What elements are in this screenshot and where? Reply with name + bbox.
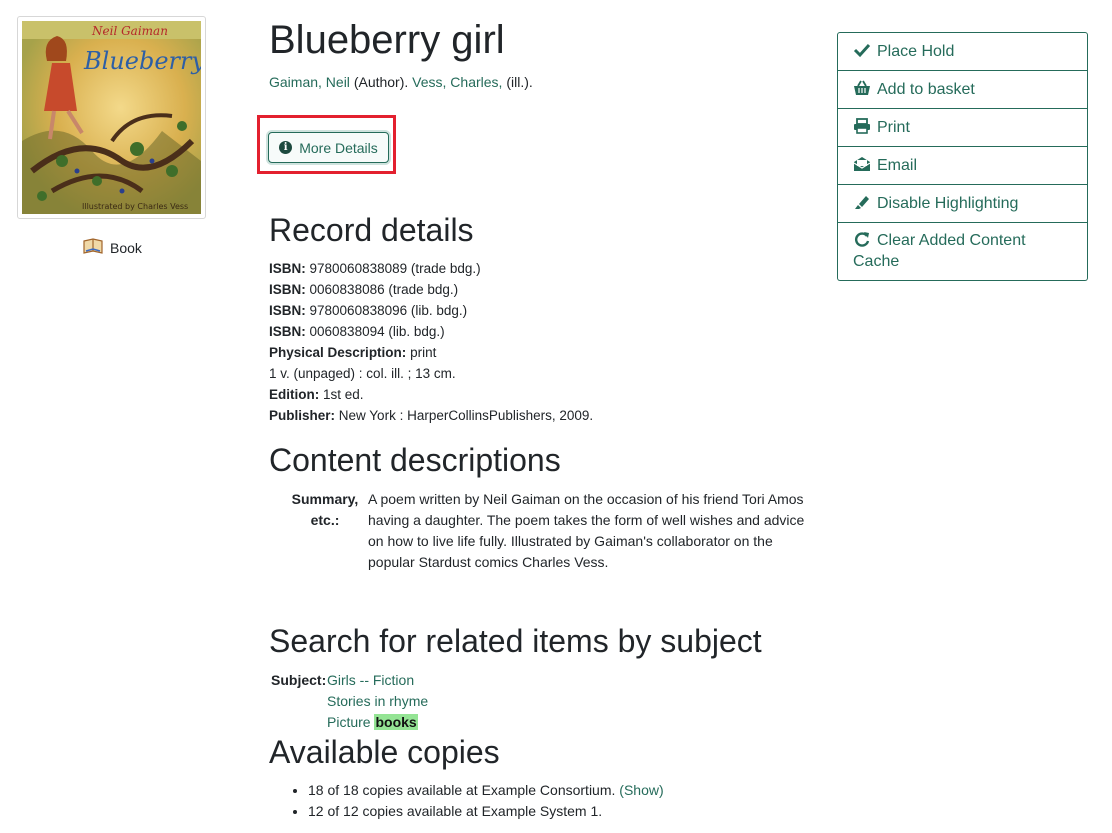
subjects-heading: Search for related items by subject [269,623,762,659]
format-label: Book [82,237,142,258]
highlighter-icon [853,194,871,210]
add-to-basket-button[interactable]: Add to basket [837,71,1088,109]
search-term-highlight: books [374,714,418,730]
author-link[interactable]: Gaiman, Neil [269,74,350,90]
format-text: Book [110,239,142,256]
record-row: ISBN: 0060838094 (lib. bdg.) [269,324,445,339]
clear-added-content-cache-button[interactable]: Clear Added Content Cache [837,223,1088,281]
cover-illustration: Neil Gaiman Blueberry Girl Illustrated b… [22,21,201,214]
record-row: Edition: 1st ed. [269,387,364,402]
print-icon [853,118,871,134]
record-actions-panel: Place Hold Add to basket Print Email Dis… [837,32,1088,281]
place-hold-button[interactable]: Place Hold [837,32,1088,71]
more-details-label: More Details [299,139,378,156]
copies-list: 18 of 18 copies available at Example Con… [290,780,664,822]
copies-item: 12 of 12 copies available at Example Sys… [308,801,664,822]
subject-link-picture-books[interactable]: Picture books [327,714,418,730]
record-row: ISBN: 0060838086 (trade bdg.) [269,282,459,297]
book-icon [82,237,104,258]
cover-image[interactable]: Neil Gaiman Blueberry Girl Illustrated b… [17,16,206,219]
check-icon [853,42,871,58]
subject-label: Subject: [271,672,327,688]
show-copies-link[interactable]: (Show) [619,782,663,798]
page-title: Blueberry girl [269,18,505,62]
illustrator-role: (ill.). [506,74,533,90]
envelope-icon [853,156,871,172]
copies-item: 18 of 18 copies available at Example Con… [308,780,664,801]
author-role: (Author). [353,74,409,90]
content-descriptions-heading: Content descriptions [269,442,561,478]
record-row: ISBN: 9780060838096 (lib. bdg.) [269,303,468,318]
subject-link[interactable]: Girls -- Fiction [327,672,414,688]
email-button[interactable]: Email [837,147,1088,185]
summary-text: A poem written by Neil Gaiman on the occ… [368,491,805,570]
refresh-icon [853,231,871,247]
cover-author-text: Neil Gaiman [91,24,168,38]
illustrator-link[interactable]: Vess, Charles, [412,74,502,90]
record-row: Physical Description: print [269,345,437,360]
print-button[interactable]: Print [837,109,1088,147]
available-copies-heading: Available copies [269,734,500,770]
author-line: Gaiman, Neil (Author). Vess, Charles, (i… [269,74,533,90]
record-details-heading: Record details [269,212,474,248]
disable-highlighting-button[interactable]: Disable Highlighting [837,185,1088,223]
record-row: 1 v. (unpaged) : col. ill. ; 13 cm. [269,366,456,381]
info-icon: i [279,141,293,154]
cover-title-text: Blueberry Girl [83,47,201,75]
record-row: ISBN: 9780060838089 (trade bdg.) [269,261,481,276]
subject-link[interactable]: Stories in rhyme [327,693,428,709]
cover-illustrator-text: Illustrated by Charles Vess [82,202,188,211]
record-details-list: ISBN: 9780060838089 (trade bdg.) ISBN: 0… [269,258,593,426]
basket-icon [853,80,871,96]
more-details-button[interactable]: i More Details [268,132,389,163]
record-row: Publisher: New York : HarperCollinsPubli… [269,408,594,423]
summary-label: Summary, etc.: [291,491,359,528]
